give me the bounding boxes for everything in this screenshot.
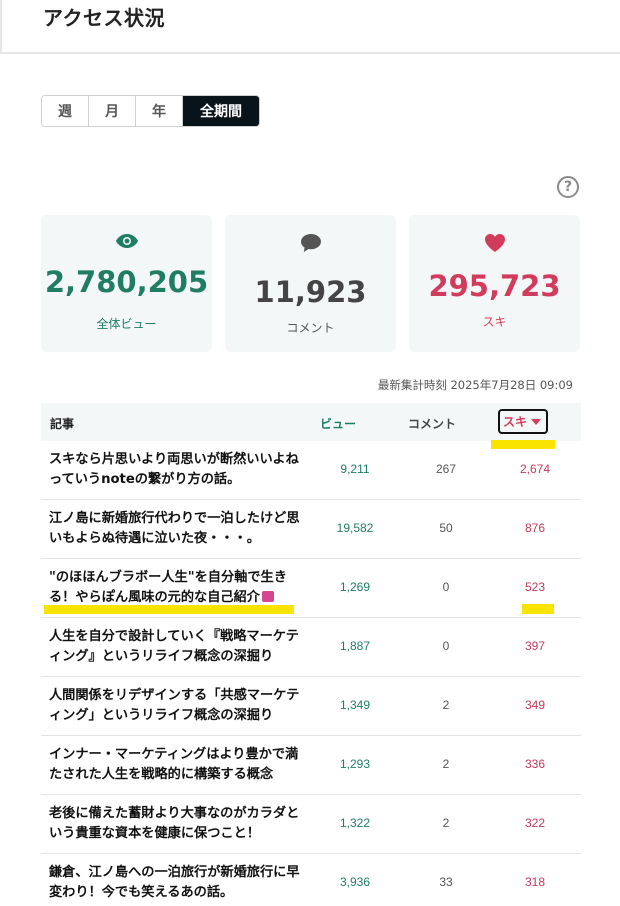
sort-desc-icon xyxy=(531,419,541,425)
article-views: 9,211 xyxy=(340,462,370,476)
article-stats-table: 記事 ビュー コメント スキ スキなら片思いより両思いが断然いいよねっていうno… xyxy=(41,403,581,906)
article-comments: 0 xyxy=(442,639,450,653)
eye-icon xyxy=(41,233,212,255)
page-title: アクセス状況 xyxy=(43,6,165,30)
stat-card-comments: 11,923 コメント xyxy=(225,215,396,352)
total-views-value: 2,780,205 xyxy=(44,265,209,299)
article-title[interactable]: インナー・マーケティングはより豊かで満たされた人生を戦略的に構築する概念 xyxy=(49,745,307,785)
period-tabs: 週 月 年 全期間 xyxy=(41,95,260,127)
article-comments: 33 xyxy=(439,875,453,889)
header-comments[interactable]: コメント xyxy=(408,415,456,432)
article-views: 1,887 xyxy=(339,639,371,653)
article-views: 1,349 xyxy=(339,698,371,712)
article-likes: 322 xyxy=(524,816,546,830)
article-views: 3,936 xyxy=(339,875,371,889)
table-header: 記事 ビュー コメント スキ xyxy=(41,403,581,441)
article-likes: 349 xyxy=(524,698,546,712)
article-comments: 2 xyxy=(442,816,450,830)
table-row[interactable]: 人間関係をリデザインする「共感マーケティング」というリライフ概念の深掘り 1,3… xyxy=(41,677,581,736)
total-likes-label: スキ xyxy=(482,315,507,329)
article-likes: 397 xyxy=(524,639,546,653)
article-title[interactable]: 人生を自分で設計していく『戦略マーケティング』というリライフ概念の深掘り xyxy=(49,627,307,667)
dumbbell-emoji-icon xyxy=(262,591,274,602)
table-row[interactable]: 鎌倉、江ノ島への一泊旅行が新婚旅行に早変わり！今でも笑えるあの話。 3,936 … xyxy=(41,854,581,906)
header-likes-label: スキ xyxy=(502,415,527,429)
header-article: 記事 xyxy=(50,417,75,431)
total-comments-value: 11,923 xyxy=(254,275,367,309)
table-row[interactable]: インナー・マーケティングはより豊かで満たされた人生を戦略的に構築する概念 1,2… xyxy=(41,736,581,795)
table-row[interactable]: 人生を自分で設計していく『戦略マーケティング』というリライフ概念の深掘り 1,8… xyxy=(41,618,581,677)
article-title[interactable]: 老後に備えた蓄財より大事なのがカラダという貴重な資本を健康に保つこと！ xyxy=(49,804,307,844)
article-likes: 523 xyxy=(524,580,546,594)
article-views: 1,293 xyxy=(339,757,371,771)
article-views: 1,269 xyxy=(339,580,371,594)
article-likes: 336 xyxy=(524,757,546,771)
tab-all-time[interactable]: 全期間 xyxy=(183,96,259,126)
stat-card-likes: 295,723 スキ xyxy=(409,215,580,352)
article-title[interactable]: 江ノ島に新婚旅行代わりで一泊したけど思いもよらぬ待遇に泣いた夜・・・。 xyxy=(49,509,307,549)
table-row[interactable]: スキなら片思いより両思いが断然いいよねっていうnoteの繋がり方の話。 9,21… xyxy=(41,441,581,500)
page-header: アクセス状況 xyxy=(0,0,620,54)
article-views: 19,582 xyxy=(336,521,374,535)
article-comments: 50 xyxy=(439,521,453,535)
speech-bubble-icon xyxy=(225,233,396,255)
article-comments: 267 xyxy=(435,462,457,476)
article-comments: 2 xyxy=(442,757,450,771)
total-views-label: 全体ビュー xyxy=(96,317,157,331)
table-row[interactable]: 老後に備えた蓄財より大事なのがカラダという貴重な資本を健康に保つこと！ 1,32… xyxy=(41,795,581,854)
highlight-mark-article-title xyxy=(44,605,294,614)
header-likes-sort-button[interactable]: スキ xyxy=(498,409,548,434)
total-comments-label: コメント xyxy=(286,321,335,335)
tab-week[interactable]: 週 xyxy=(42,96,89,126)
article-title[interactable]: スキなら片思いより両思いが断然いいよねっていうnoteの繋がり方の話。 xyxy=(49,450,307,490)
article-likes: 318 xyxy=(524,875,546,889)
article-likes: 876 xyxy=(524,521,546,535)
article-comments: 2 xyxy=(442,698,450,712)
heart-icon xyxy=(409,233,580,255)
highlight-mark-likes-header xyxy=(491,440,555,449)
article-views: 1,322 xyxy=(339,816,371,830)
article-comments: 0 xyxy=(442,580,450,594)
article-title[interactable]: "のほほんブラボー人生"を自分軸で生きる！やらぽん風味の元的な自己紹介 xyxy=(49,568,307,608)
tab-year[interactable]: 年 xyxy=(136,96,183,126)
highlight-mark-likes-value xyxy=(522,604,554,614)
help-icon[interactable]: ? xyxy=(557,176,579,198)
article-likes: 2,674 xyxy=(519,462,551,476)
tab-month[interactable]: 月 xyxy=(89,96,136,126)
total-likes-value: 295,723 xyxy=(428,269,561,303)
article-title[interactable]: 鎌倉、江ノ島への一泊旅行が新婚旅行に早変わり！今でも笑えるあの話。 xyxy=(49,863,307,903)
header-views[interactable]: ビュー xyxy=(320,415,356,432)
last-updated-text: 最新集計時刻 2025年7月28日 09:09 xyxy=(377,378,573,392)
stat-card-views: 2,780,205 全体ビュー xyxy=(41,215,212,352)
article-title-text: "のほほんブラボー人生"を自分軸で生きる！やらぽん風味の元的な自己紹介 xyxy=(49,570,287,605)
table-row[interactable]: 江ノ島に新婚旅行代わりで一泊したけど思いもよらぬ待遇に泣いた夜・・・。 19,5… xyxy=(41,500,581,559)
article-title[interactable]: 人間関係をリデザインする「共感マーケティング」というリライフ概念の深掘り xyxy=(49,686,307,726)
